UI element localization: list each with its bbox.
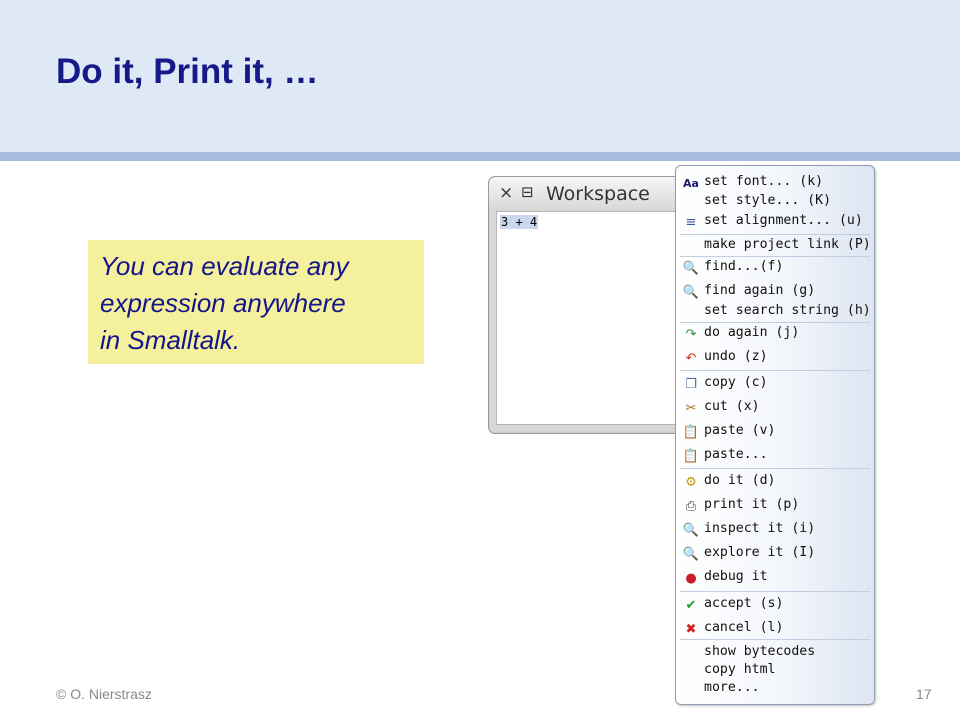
menu-item-label: explore it (I)	[704, 545, 816, 560]
menu-item-label: set alignment... (u)	[704, 213, 863, 228]
font-icon: Aa	[683, 177, 699, 190]
menu-item-label: set font... (k)	[704, 174, 824, 189]
menu-item-set-search-string[interactable]: set search string (h)	[680, 301, 872, 323]
menu-item-debug-it[interactable]: ● debug it	[680, 567, 872, 589]
header-rule	[0, 152, 960, 161]
menu-item-label: print it (p)	[704, 497, 800, 512]
menu-item-cancel[interactable]: ✖ cancel (l)	[680, 618, 872, 640]
close-icon[interactable]: ×	[499, 183, 513, 203]
menu-item-undo[interactable]: ↶ undo (z)	[680, 347, 872, 369]
menu-item-find-again[interactable]: 🔍 find again (g)	[680, 281, 872, 303]
menu-item-copy[interactable]: ❐ copy (c)	[680, 373, 872, 395]
menu-item-label: accept (s)	[704, 596, 784, 611]
menu-item-more[interactable]: more...	[680, 678, 872, 700]
copy-icon: ❐	[685, 377, 697, 392]
menu-item-label: find again (g)	[704, 283, 816, 298]
menu-item-set-style[interactable]: set style... (K)	[680, 191, 872, 213]
menu-item-paste[interactable]: 📋 paste...	[680, 445, 872, 467]
menu-item-label: paste...	[704, 447, 768, 462]
menu-item-cut[interactable]: ✂ cut (x)	[680, 397, 872, 419]
menu-item-label: set style... (K)	[704, 193, 832, 208]
menu-item-inspect-it[interactable]: 🔍 inspect it (i)	[680, 519, 872, 541]
menu-item-label: set search string (h)	[704, 303, 871, 318]
checkmark-icon: ✔	[685, 598, 697, 613]
slide-title: Do it, Print it, …	[56, 52, 319, 91]
menu-item-label: do it (d)	[704, 473, 776, 488]
menu-separator	[680, 591, 870, 592]
scissors-icon: ✂	[685, 401, 697, 416]
menu-separator	[680, 370, 870, 371]
find-icon: 🔍	[682, 261, 700, 276]
menu-item-label: show bytecodes	[704, 644, 816, 659]
menu-item-accept[interactable]: ✔ accept (s)	[680, 594, 872, 616]
menu-item-label: more...	[704, 680, 760, 695]
callout-box: You can evaluate any expression anywhere…	[88, 240, 424, 364]
menu-item-label: copy (c)	[704, 375, 768, 390]
magnifier-icon: 🔍	[682, 523, 700, 538]
workspace-title: Workspace	[546, 183, 650, 205]
redo-icon: ↷	[685, 327, 697, 342]
menu-item-label: inspect it (i)	[704, 521, 816, 536]
menu-item-label: find...(f)	[704, 259, 784, 274]
menu-item-print-it[interactable]: ⎙ print it (p)	[680, 495, 872, 517]
find-icon: 🔍	[682, 285, 700, 300]
callout-line-1: You can evaluate any	[100, 251, 349, 281]
undo-icon: ↶	[685, 351, 697, 366]
menu-item-paste[interactable]: 📋 paste (v)	[680, 421, 872, 443]
menu-item-make-project-link[interactable]: make project link (P)	[680, 235, 872, 257]
callout-line-3: in Smalltalk.	[100, 325, 241, 355]
bug-icon: ●	[685, 571, 697, 586]
menu-item-set-alignment[interactable]: ≡ set alignment... (u)	[680, 211, 872, 233]
cross-icon: ✖	[685, 622, 697, 637]
menu-item-label: do again (j)	[704, 325, 800, 340]
clipboard-icon: 📋	[682, 425, 700, 440]
selected-code[interactable]: 3 + 4	[500, 215, 539, 229]
menu-item-label: copy html	[704, 662, 776, 677]
menu-item-label: undo (z)	[704, 349, 768, 364]
clipboard-icon: 📋	[682, 449, 700, 464]
printer-icon: ⎙	[685, 499, 697, 514]
menu-item-label: make project link (P)	[704, 237, 871, 252]
menu-separator	[680, 468, 870, 469]
page-number: 17	[916, 686, 932, 702]
menu-item-do-again[interactable]: ↷ do again (j)	[680, 323, 872, 345]
align-icon: ≡	[685, 215, 697, 230]
magnifier-icon: 🔍	[682, 547, 700, 562]
menu-item-label: paste (v)	[704, 423, 776, 438]
menu-item-label: cancel (l)	[704, 620, 784, 635]
footer-copyright: © O. Nierstrasz	[56, 686, 152, 702]
window-menu-icon[interactable]: ⊟	[521, 183, 534, 201]
callout-line-2: expression anywhere	[100, 288, 346, 318]
menu-item-find[interactable]: 🔍 find...(f)	[680, 257, 872, 279]
menu-item-label: cut (x)	[704, 399, 760, 414]
gear-icon: ⚙	[685, 475, 697, 490]
menu-item-do-it[interactable]: ⚙ do it (d)	[680, 471, 872, 493]
menu-item-label: debug it	[704, 569, 768, 584]
workspace-text-area[interactable]: 3 + 4	[496, 211, 703, 425]
menu-item-explore-it[interactable]: 🔍 explore it (I)	[680, 543, 872, 565]
context-menu: Aa set font... (k) set style... (K) ≡ set al…	[675, 165, 875, 705]
